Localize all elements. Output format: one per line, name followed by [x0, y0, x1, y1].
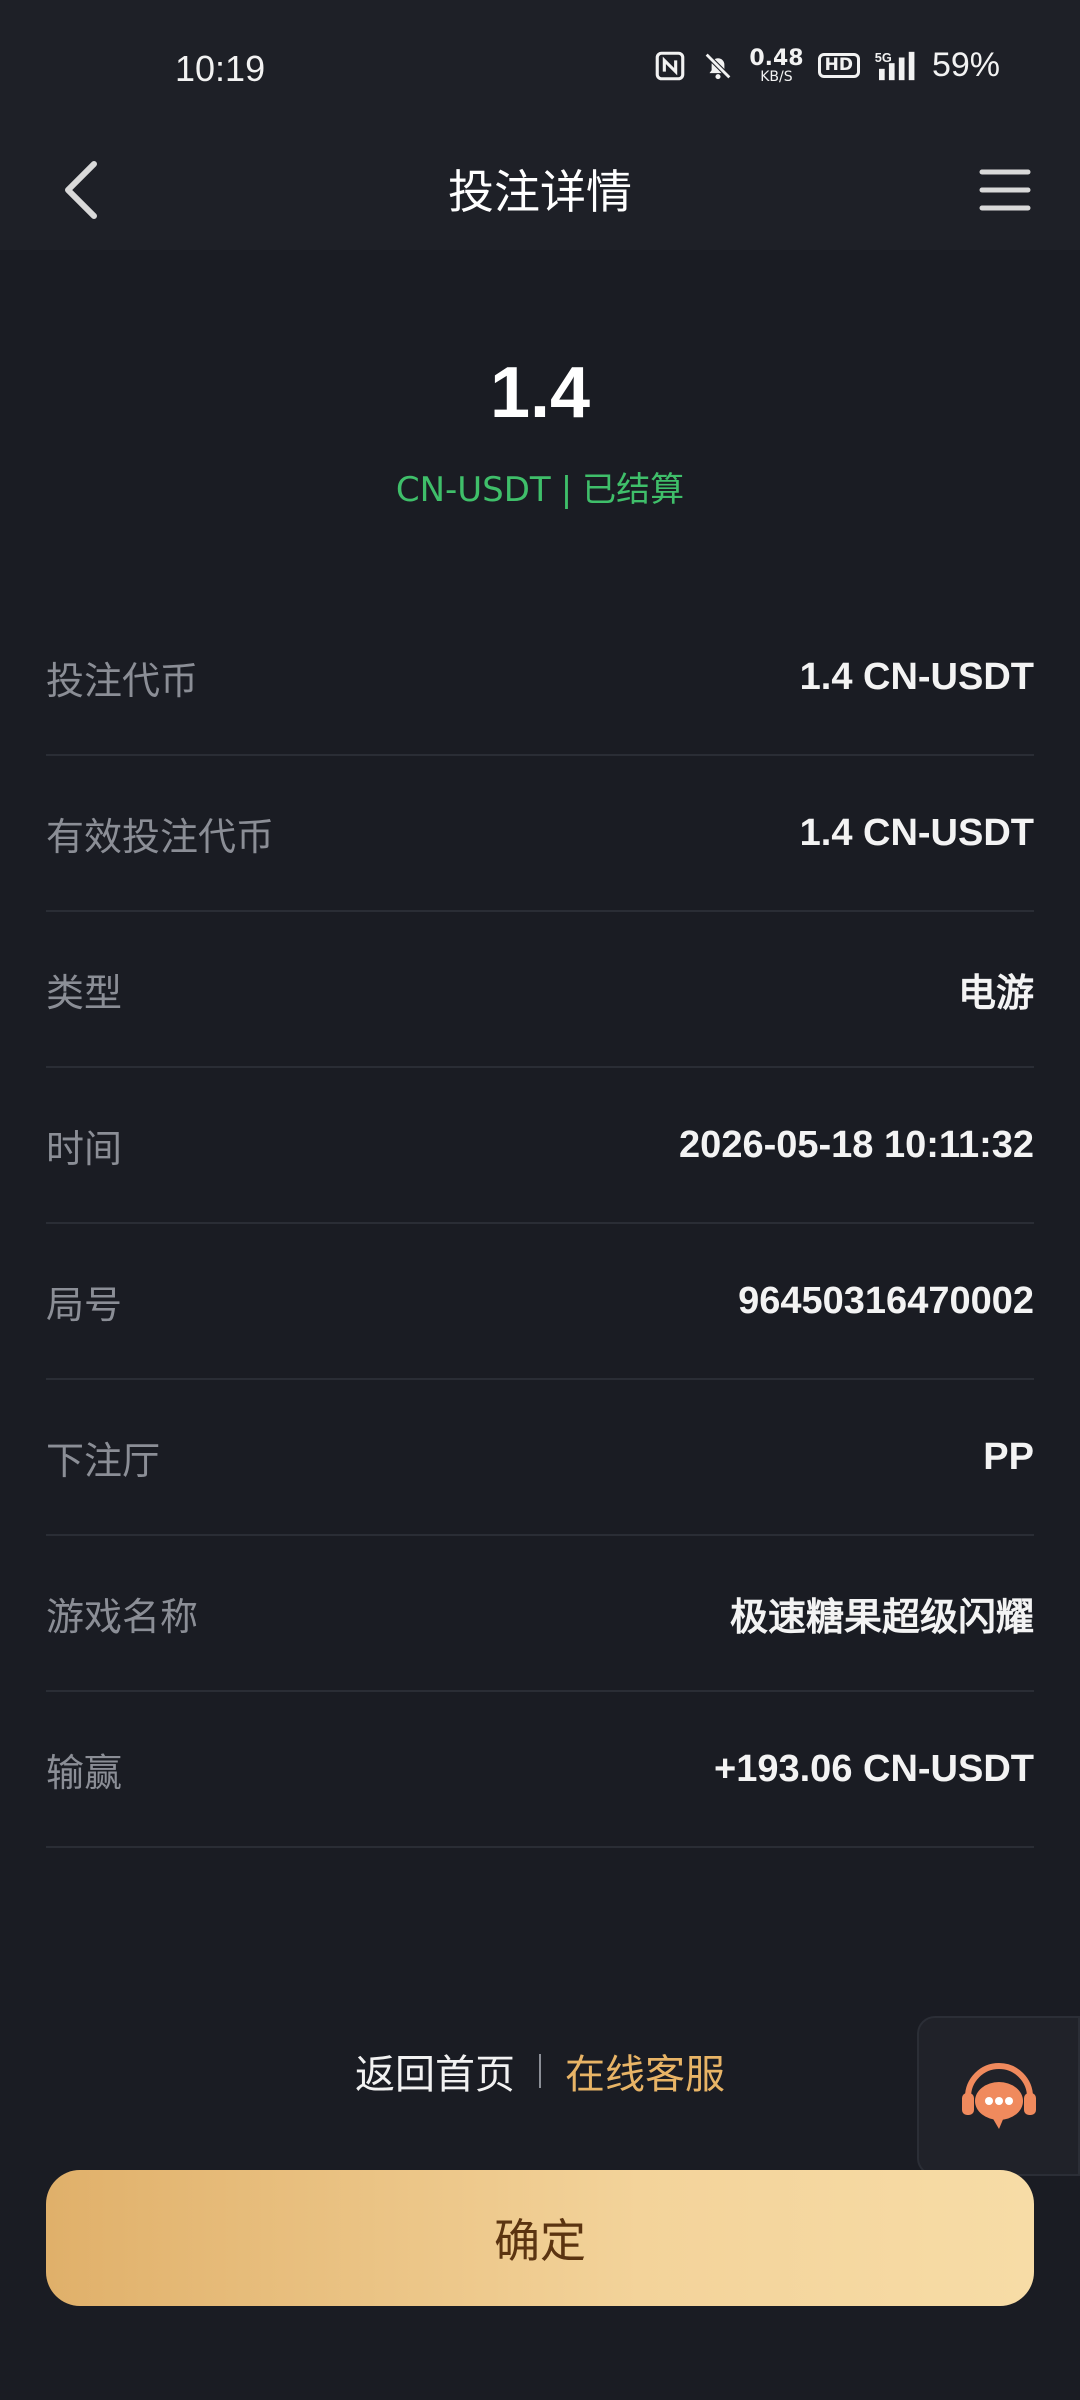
nfc-icon — [656, 51, 685, 80]
detail-row-round-id: 局号 96450316470002 — [46, 1224, 1034, 1380]
screen: 10:19 0.48 KB/S HD 5G 59% 投注详情 1.4 CN-US… — [0, 0, 1080, 2400]
menu-button[interactable] — [968, 154, 1040, 226]
confirm-button[interactable]: 确定 — [46, 2170, 1034, 2306]
currency-label: CN-USDT — [395, 470, 551, 510]
battery-level: 59% — [931, 46, 1000, 84]
row-label: 输赢 — [46, 1750, 123, 1795]
support-headset-icon — [961, 2063, 1036, 2129]
row-label: 类型 — [46, 970, 123, 1015]
hamburger-menu-icon — [979, 169, 1031, 211]
page-title: 投注详情 — [448, 165, 632, 219]
network-speed: 0.48 KB/S — [749, 45, 804, 85]
row-value: 96450316470002 — [738, 1279, 1034, 1322]
row-label: 投注代币 — [46, 658, 199, 703]
row-value: 1.4 CN-USDT — [799, 811, 1034, 854]
row-value: 2026-05-18 10:11:32 — [679, 1123, 1034, 1166]
row-label: 局号 — [46, 1282, 123, 1327]
row-value: 电游 — [957, 972, 1034, 1015]
settlement-status: 已结算 — [582, 470, 685, 510]
detail-row-win-loss: 输赢 +193.06 CN-USDT — [46, 1692, 1034, 1848]
hd-icon: HD — [817, 53, 860, 78]
app-header: 投注详情 — [0, 130, 1080, 250]
detail-row-game-name: 游戏名称 极速糖果超级闪耀 — [46, 1536, 1034, 1692]
status-time: 10:19 — [175, 48, 266, 89]
row-value: PP — [983, 1435, 1034, 1478]
status-bar: 10:19 0.48 KB/S HD 5G 59% — [0, 0, 1080, 130]
detail-list: 投注代币 1.4 CN-USDT 有效投注代币 1.4 CN-USDT 类型 电… — [46, 600, 1034, 1848]
row-label: 下注厅 — [46, 1438, 161, 1483]
row-label: 有效投注代币 — [46, 814, 275, 859]
online-service-link[interactable]: 在线客服 — [565, 2042, 725, 2100]
detail-row-bet-token: 投注代币 1.4 CN-USDT — [46, 600, 1034, 756]
status-icons: 0.48 KB/S HD 5G 59% — [653, 46, 1000, 85]
detail-row-valid-bet: 有效投注代币 1.4 CN-USDT — [46, 756, 1034, 912]
svg-text:5G: 5G — [875, 49, 892, 64]
detail-row-time: 时间 2026-05-18 10:11:32 — [46, 1068, 1034, 1224]
row-label: 时间 — [46, 1126, 123, 1171]
summary-separator: | — [560, 470, 573, 510]
back-home-link[interactable]: 返回首页 — [355, 2042, 515, 2100]
row-value: 1.4 CN-USDT — [799, 655, 1034, 698]
detail-row-type: 类型 电游 — [46, 912, 1034, 1068]
detail-row-hall: 下注厅 PP — [46, 1380, 1034, 1536]
bet-summary: CN-USDT | 已结算 — [0, 462, 1080, 511]
bet-amount: 1.4 — [489, 353, 591, 433]
customer-support-button[interactable] — [917, 2016, 1080, 2176]
row-label: 游戏名称 — [46, 1594, 199, 1639]
signal-5g-icon: 5G — [875, 49, 915, 80]
row-value: +193.06 CN-USDT — [714, 1747, 1034, 1790]
row-value: 极速糖果超级闪耀 — [729, 1596, 1034, 1639]
link-divider — [539, 2054, 541, 2088]
mute-bell-icon — [705, 52, 732, 79]
